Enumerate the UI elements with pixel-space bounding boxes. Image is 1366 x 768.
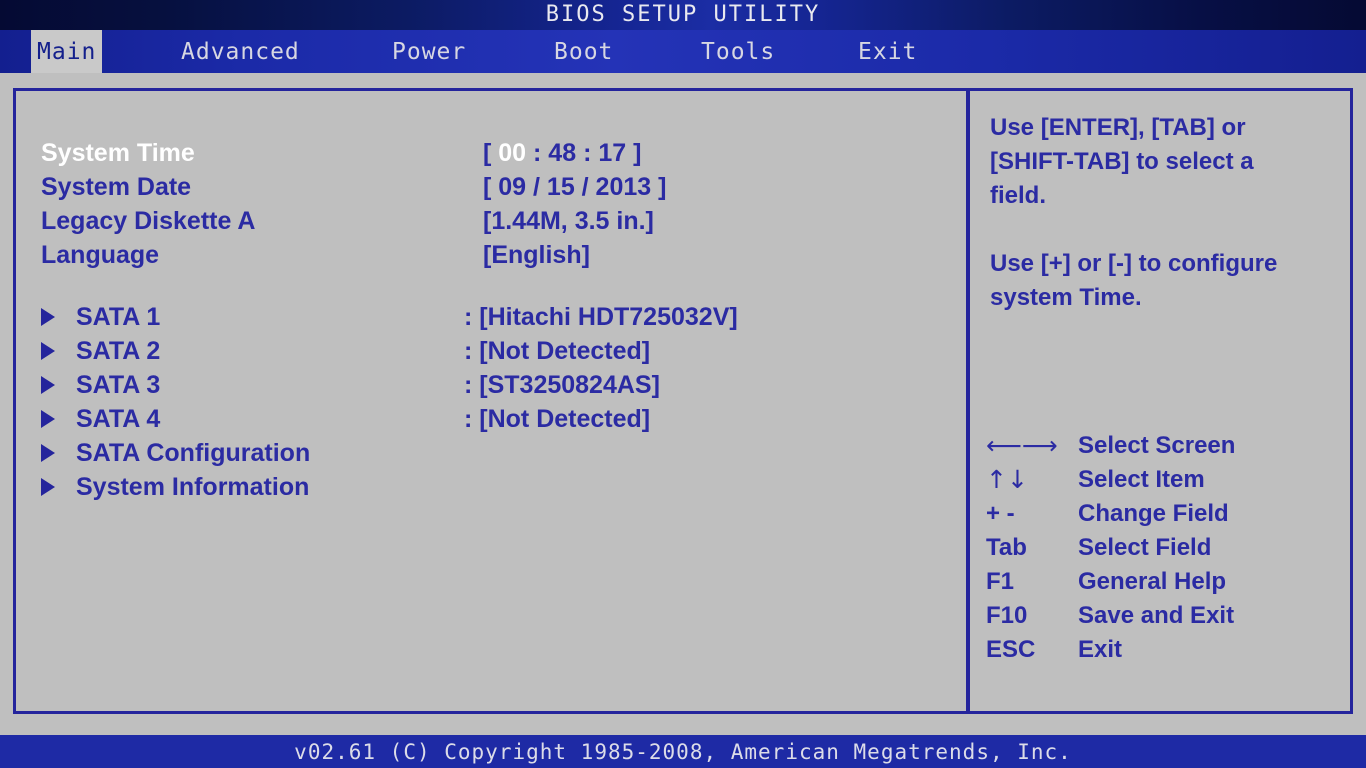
key-legend-row: ↑↓ Select Item [986,463,1346,497]
content-panel: System Time [ 00 : 48 : 17 ] System Date [ … [13,88,1353,714]
submenu-row-sata-4[interactable]: SATA 4 : [Not Detected] [16,402,966,436]
submenu-value: : [Not Detected] [464,337,651,365]
setting-value[interactable]: [ 09 / 15 / 2013 ] [483,170,666,204]
setting-row-legacy-diskette-a[interactable]: Legacy Diskette A [1.44M, 3.5 in.] [16,204,966,238]
submenu-label: SATA 2 [76,337,161,365]
title-bar: BIOS SETUP UTILITY [0,0,1366,30]
key-label: F1 [986,568,1015,595]
triangle-right-icon [41,342,55,360]
footer-bar: v02.61 (C) Copyright 1985-2008, American… [0,735,1366,768]
help-spacer [990,213,1345,247]
value-segment: [ [483,139,499,167]
tab-power[interactable]: Power [386,30,472,73]
submenu-value: : [Not Detected] [464,405,651,433]
copyright-text: v02.61 (C) Copyright 1985-2008, American… [294,740,1072,764]
setting-row-language[interactable]: Language [English] [16,238,966,272]
help-text: Use [ENTER], [TAB] or [SHIFT-TAB] to sel… [990,111,1345,315]
setting-row-system-time[interactable]: System Time [ 00 : 48 : 17 ] [16,136,966,170]
key-description: Select Item [1078,466,1205,493]
tab-tools[interactable]: Tools [695,30,781,73]
menu-bar: Main Advanced Power Boot Tools Exit [0,30,1366,73]
submenu-label: SATA 4 [76,405,161,433]
triangle-right-icon [41,444,55,462]
key-legend-row: + - Change Field [986,497,1346,531]
help-line-3: field. [990,182,1047,209]
key-legend-row: ⟵⟶ Select Screen [986,429,1346,463]
key-label: F10 [986,602,1028,629]
triangle-right-icon [41,410,55,428]
value-segment: : 48 : 17 ] [526,139,642,167]
help-line-5: system Time. [990,284,1142,311]
setting-label: Language [41,241,160,269]
submenu-value: : [ST3250824AS] [464,371,660,399]
key-label: ESC [986,636,1036,663]
triangle-right-icon [41,376,55,394]
setting-value[interactable]: [English] [483,238,590,272]
tab-boot[interactable]: Boot [548,30,619,73]
key-legend-row: Tab Select Field [986,531,1346,565]
key-description: Exit [1078,636,1123,663]
submenu-value: : [Hitachi HDT725032V] [464,303,738,331]
submenu-row-sata-3[interactable]: SATA 3 : [ST3250824AS] [16,368,966,402]
tab-main[interactable]: Main [31,30,103,73]
help-pane: Use [ENTER], [TAB] or [SHIFT-TAB] to sel… [970,91,1352,711]
key-description: Change Field [1078,500,1229,527]
key-legend-row: F1 General Help [986,565,1346,599]
submenu-label: SATA 1 [76,303,161,331]
plus-minus-icon: + - [986,500,1015,527]
submenu-row-sata-2[interactable]: SATA 2 : [Not Detected] [16,334,966,368]
key-description: Select Screen [1078,432,1236,459]
key-legend-row: F10 Save and Exit [986,599,1346,633]
submenu-label: System Information [76,473,310,501]
left-right-arrow-icon: ⟵⟶ [986,431,1058,460]
submenu-row-system-information[interactable]: System Information [16,470,966,504]
key-legend: ⟵⟶ Select Screen ↑↓ Select Item + - Change Fi… [986,429,1346,667]
help-line-4: Use [+] or [-] to configure [990,250,1278,277]
settings-pane: System Time [ 00 : 48 : 17 ] System Date [ … [16,91,966,711]
setting-value[interactable]: [ 00 : 48 : 17 ] [483,136,641,170]
value-segment-selected: 00 [498,139,527,167]
key-description: Select Field [1078,534,1212,561]
triangle-right-icon [41,308,55,326]
submenu-row-sata-configuration[interactable]: SATA Configuration [16,436,966,470]
key-description: General Help [1078,568,1227,595]
bios-setup-screen: BIOS SETUP UTILITY Main Advanced Power Boot… [0,0,1366,768]
setting-label: System Date [41,173,192,201]
submenu-label: SATA 3 [76,371,161,399]
setting-row-system-date[interactable]: System Date [ 09 / 15 / 2013 ] [16,170,966,204]
setting-label: System Time [41,139,195,167]
setting-label: Legacy Diskette A [41,207,256,235]
setting-value[interactable]: [1.44M, 3.5 in.] [483,204,654,238]
tab-advanced[interactable]: Advanced [175,30,306,73]
triangle-right-icon [41,478,55,496]
key-description: Save and Exit [1078,602,1235,629]
submenu-label: SATA Configuration [76,439,311,467]
tab-exit[interactable]: Exit [852,30,923,73]
key-legend-row: ESC Exit [986,633,1346,667]
help-line-2: [SHIFT-TAB] to select a [990,148,1254,175]
app-title: BIOS SETUP UTILITY [545,2,821,27]
key-label: Tab [986,534,1027,561]
up-down-arrow-icon: ↑↓ [986,465,1028,494]
help-line-1: Use [ENTER], [TAB] or [990,114,1246,141]
submenu-row-sata-1[interactable]: SATA 1 : [Hitachi HDT725032V] [16,300,966,334]
